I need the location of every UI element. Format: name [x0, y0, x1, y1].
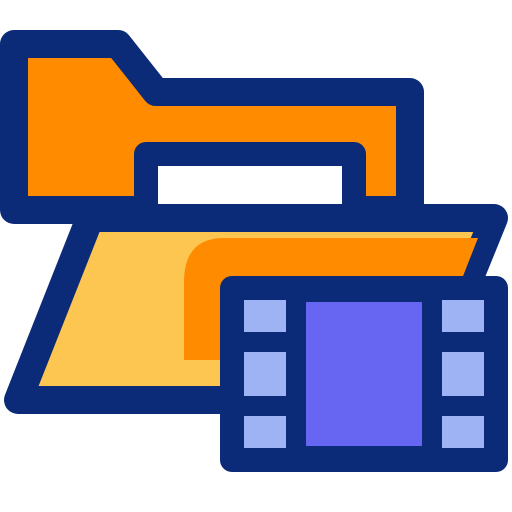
video-folder-icon [0, 30, 508, 472]
icon-canvas [0, 0, 512, 512]
film-screen [286, 282, 442, 466]
